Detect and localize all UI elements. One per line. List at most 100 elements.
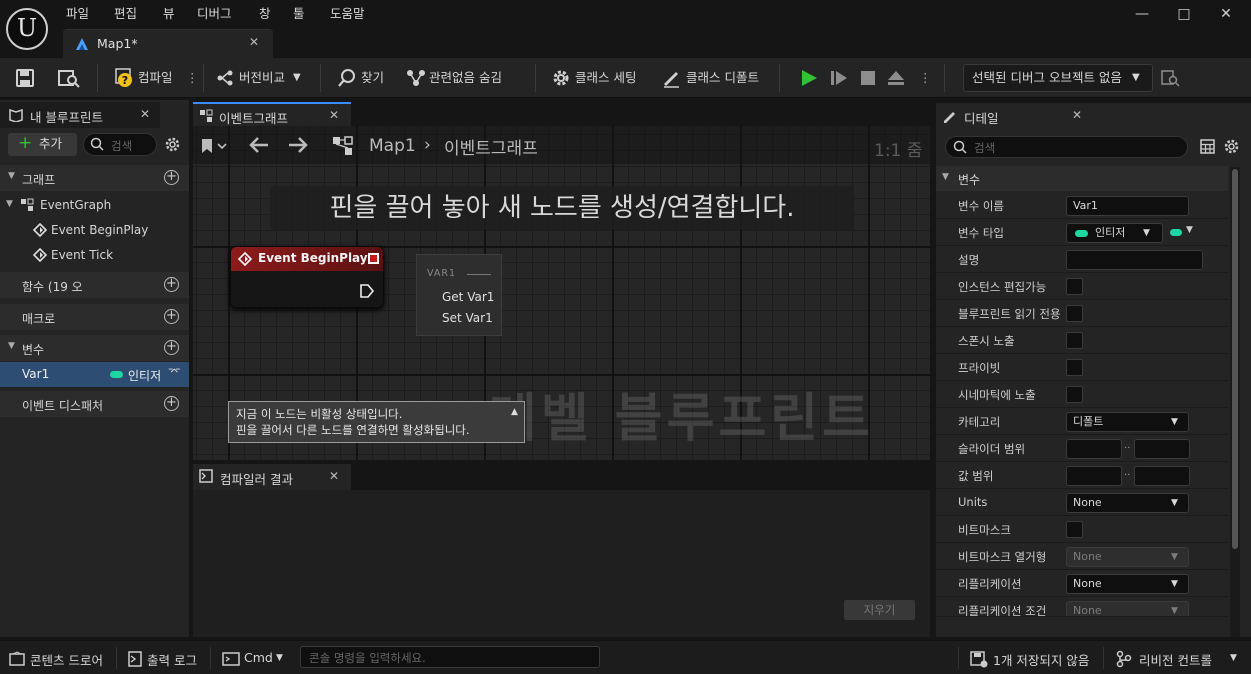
close-tab-icon[interactable]: ✕ <box>329 108 339 122</box>
value-range-min-input[interactable] <box>1066 466 1122 486</box>
my-blueprint-search-input[interactable]: 검색 <box>83 133 157 156</box>
console-command-input[interactable]: 콘솔 명령을 입력하세요. <box>300 646 600 668</box>
hide-unrelated-icon[interactable] <box>405 68 427 88</box>
graphs-section[interactable]: ▼ 그래프 + <box>0 165 189 191</box>
details-search-input[interactable]: 검색 <box>945 136 1188 158</box>
gear-icon[interactable] <box>551 68 571 88</box>
slider-range-max-input[interactable] <box>1134 439 1190 459</box>
chevron-down-icon[interactable]: ▼ <box>1230 653 1237 663</box>
compiler-results-tab[interactable]: 컴파일러 결과 ✕ <box>193 464 351 490</box>
content-drawer-button[interactable]: 콘텐츠 드로어 <box>30 650 103 669</box>
play-icon[interactable] <box>798 67 820 89</box>
menu-help[interactable]: 도움말 <box>330 5 365 23</box>
compile-options-icon[interactable]: ⋮ <box>186 68 199 88</box>
scrollbar-thumb[interactable] <box>1232 169 1238 549</box>
add-graph-plus-icon[interactable]: + <box>164 170 179 185</box>
description-input[interactable] <box>1066 250 1203 270</box>
revision-control-button[interactable]: 리비전 컨트롤 <box>1139 650 1212 669</box>
menu-file[interactable]: 파일 <box>66 5 89 23</box>
table-view-icon[interactable] <box>1200 139 1215 154</box>
close-tab-icon[interactable]: ✕ <box>1072 108 1082 122</box>
exec-pin-icon[interactable] <box>359 283 375 299</box>
add-variable-plus-icon[interactable]: + <box>164 340 179 355</box>
tree-item-event-graph[interactable]: ▼ EventGraph <box>0 193 189 217</box>
set-var1-menu-item[interactable]: Set Var1 <box>442 311 493 325</box>
delegate-pin-icon[interactable] <box>368 253 379 264</box>
bitmask-checkbox[interactable] <box>1066 521 1083 538</box>
variable-name-input[interactable]: Var1 <box>1066 196 1189 216</box>
diff-button[interactable]: 버전비교 <box>239 68 285 88</box>
close-window-icon[interactable]: ✕ <box>1215 5 1237 23</box>
details-scrollbar[interactable] <box>1230 167 1240 637</box>
unreal-logo[interactable]: U <box>6 8 48 50</box>
container-type-select[interactable]: ▼ <box>1168 223 1198 243</box>
variables-section[interactable]: ▼ 변수 + <box>0 335 189 361</box>
bookmark-icon[interactable] <box>199 137 229 155</box>
variable-row-var1[interactable]: Var1 인티저 ⌤ <box>0 362 189 387</box>
close-tab-icon[interactable]: ✕ <box>249 35 259 49</box>
find-button[interactable]: 찾기 <box>361 68 384 88</box>
blueprint-readonly-checkbox[interactable] <box>1066 305 1083 322</box>
settings-gear-icon[interactable] <box>164 136 181 153</box>
my-blueprint-tab[interactable]: 내 블루프린트 ✕ <box>0 102 160 128</box>
slider-range-min-input[interactable] <box>1066 439 1122 459</box>
close-tab-icon[interactable]: ✕ <box>140 107 150 121</box>
find-icon[interactable] <box>337 68 357 88</box>
menu-window[interactable]: 창 <box>259 5 271 23</box>
pin-tooltip-icon[interactable]: ▲ <box>511 404 518 420</box>
functions-section[interactable]: 함수 (19 오 + <box>0 272 189 298</box>
forward-arrow-icon[interactable] <box>287 135 309 155</box>
settings-gear-icon[interactable] <box>1223 138 1240 155</box>
value-range-max-input[interactable] <box>1134 466 1190 486</box>
browse-icon[interactable] <box>57 68 81 88</box>
class-defaults-icon[interactable] <box>661 68 681 88</box>
category-select[interactable]: 디폴트 ▼ <box>1066 412 1189 432</box>
add-button[interactable]: + 추가 <box>8 133 77 156</box>
instance-editable-checkbox[interactable] <box>1066 278 1083 295</box>
compile-status-icon[interactable]: ? <box>113 67 135 89</box>
breadcrumb-leaf[interactable]: 이벤트그래프 <box>444 134 538 159</box>
document-tab-map1[interactable]: Map1* ✕ <box>63 29 273 58</box>
diff-chevron-down-icon[interactable]: ▼ <box>293 68 301 88</box>
maximize-icon[interactable]: □ <box>1173 5 1195 23</box>
menu-debug[interactable]: 디버그 <box>197 5 232 23</box>
menu-edit[interactable]: 편집 <box>114 5 137 23</box>
dispatchers-section[interactable]: 이벤트 디스패처 + <box>0 391 189 417</box>
macros-section[interactable]: 매크로 + <box>0 304 189 330</box>
hide-unrelated-button[interactable]: 관련없음 숨김 <box>429 68 502 88</box>
save-icon[interactable] <box>15 68 35 88</box>
replication-select[interactable]: None ▼ <box>1066 574 1189 594</box>
event-graph-tab[interactable]: 이벤트그래프 ✕ <box>193 102 351 128</box>
add-dispatcher-plus-icon[interactable]: + <box>164 396 179 411</box>
stop-icon[interactable] <box>858 68 878 88</box>
debug-find-icon[interactable] <box>1160 68 1180 88</box>
breadcrumb-root[interactable]: Map1 <box>369 136 416 156</box>
add-function-plus-icon[interactable]: + <box>164 277 179 292</box>
chevron-down-icon[interactable]: ▼ <box>276 653 283 663</box>
variables-details-section[interactable]: ▼ 변수 <box>936 166 1228 191</box>
minimize-icon[interactable]: — <box>1131 5 1153 23</box>
expose-on-spawn-checkbox[interactable] <box>1066 332 1083 349</box>
details-tab[interactable]: 디테일 ✕ <box>936 103 1094 129</box>
diff-icon[interactable] <box>216 69 236 87</box>
close-tab-icon[interactable]: ✕ <box>329 469 339 483</box>
get-var1-menu-item[interactable]: Get Var1 <box>442 290 494 304</box>
tree-item-event-tick[interactable]: Event Tick <box>0 243 189 267</box>
private-checkbox[interactable] <box>1066 359 1083 376</box>
compile-button[interactable]: 컴파일 <box>138 68 173 88</box>
units-select[interactable]: None ▼ <box>1066 493 1189 513</box>
step-icon[interactable] <box>829 68 849 88</box>
unsaved-button[interactable]: 1개 저장되지 않음 <box>993 650 1089 669</box>
tree-item-event-beginplay[interactable]: Event BeginPlay <box>0 218 189 242</box>
debug-object-select[interactable]: 선택된 디버그 오브젝트 없음 ▼ <box>963 64 1153 92</box>
expose-cinematics-checkbox[interactable] <box>1066 386 1083 403</box>
class-defaults-button[interactable]: 클래스 디폴트 <box>686 68 759 88</box>
menu-tools[interactable]: 툴 <box>293 5 305 23</box>
output-log-button[interactable]: 출력 로그 <box>147 650 197 669</box>
event-beginplay-node[interactable]: Event BeginPlay <box>230 246 384 308</box>
class-settings-button[interactable]: 클래스 세팅 <box>575 68 636 88</box>
event-graph-canvas[interactable]: Map1 › 이벤트그래프 1:1 줌 핀을 끌어 놓아 새 노드를 생성/연결… <box>193 126 930 460</box>
variable-type-select[interactable]: 인티저 ▼ <box>1066 223 1163 243</box>
back-arrow-icon[interactable] <box>248 135 270 155</box>
add-macro-plus-icon[interactable]: + <box>164 309 179 324</box>
